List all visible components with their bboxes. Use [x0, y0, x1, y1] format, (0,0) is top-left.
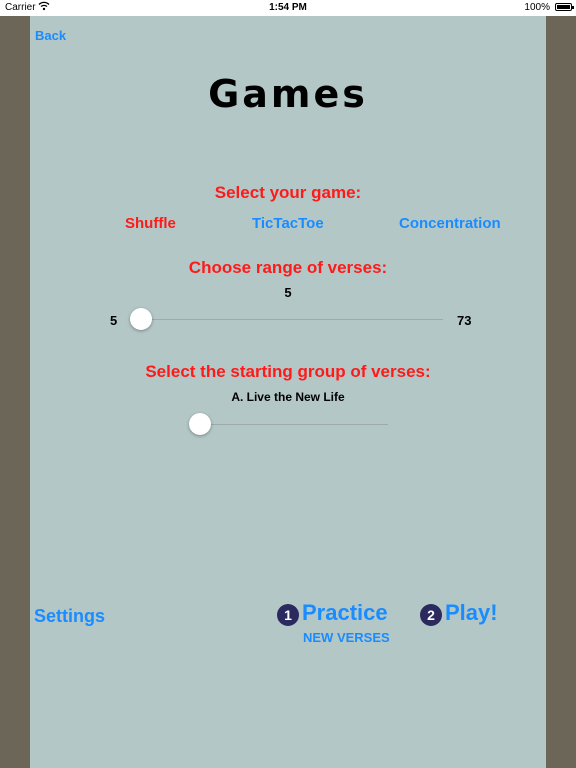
settings-button[interactable]: Settings — [34, 606, 105, 627]
range-max-label: 73 — [457, 313, 472, 328]
status-time: 1:54 PM — [269, 2, 307, 13]
play-number-badge: 2 — [420, 604, 442, 626]
range-min-label: 5 — [110, 313, 118, 328]
play-button[interactable]: Play! — [445, 600, 498, 626]
select-game-heading: Select your game: — [214, 183, 362, 202]
game-option-concentration[interactable]: Concentration — [399, 215, 501, 232]
group-slider-thumb[interactable] — [189, 413, 211, 435]
new-verses-label[interactable]: NEW VERSES — [303, 630, 390, 645]
range-value: 5 — [284, 285, 292, 300]
range-slider-thumb[interactable] — [130, 308, 152, 330]
group-current: A. Live the New Life — [231, 390, 345, 404]
practice-number-badge: 1 — [277, 604, 299, 626]
battery-icon — [555, 3, 574, 11]
range-heading: Choose range of verses: — [188, 258, 388, 277]
group-heading: Select the starting group of verses: — [145, 362, 431, 381]
game-option-tictactoe[interactable]: TicTacToe — [252, 215, 324, 232]
practice-button[interactable]: Practice — [302, 600, 388, 626]
page-title: Games — [208, 72, 368, 116]
games-panel: Back Games Select your game: Shuffle Tic… — [30, 16, 546, 768]
game-option-shuffle[interactable]: Shuffle — [125, 215, 176, 232]
status-bar: Carrier 1:54 PM 100% — [0, 0, 576, 16]
group-slider-track[interactable] — [200, 424, 388, 425]
back-button[interactable]: Back — [35, 28, 66, 43]
battery-percent: 100% — [524, 2, 550, 13]
range-slider-track[interactable] — [141, 319, 443, 320]
